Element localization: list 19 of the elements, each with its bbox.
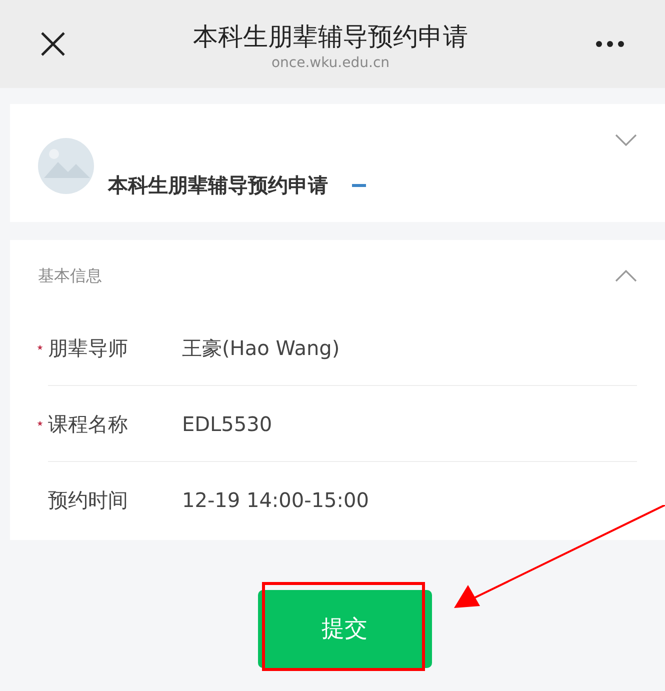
dash-icon xyxy=(352,184,366,187)
avatar-icon xyxy=(38,138,94,194)
submit-button[interactable]: 提交 xyxy=(258,590,432,668)
field-label: 朋辈导师 xyxy=(48,334,128,362)
field-value: EDL5530 xyxy=(182,410,272,438)
page-url: once.wku.edu.cn xyxy=(271,54,390,72)
form-title: 本科生朋辈辅导预约申请 xyxy=(108,172,328,199)
field-label: 预约时间 xyxy=(48,487,128,514)
section-title: 基本信息 xyxy=(38,265,102,287)
field-value: 12-19 14:00-15:00 xyxy=(182,487,369,514)
required-mark-icon xyxy=(37,344,43,350)
field-label: 课程名称 xyxy=(48,410,128,438)
field-value: 王豪(Hao Wang) xyxy=(182,334,340,362)
close-icon[interactable] xyxy=(40,31,66,57)
page-title: 本科生朋辈辅导预约申请 xyxy=(193,21,468,53)
chevron-down-icon[interactable] xyxy=(615,134,637,146)
required-mark-icon xyxy=(37,420,43,426)
chevron-up-icon[interactable] xyxy=(615,270,637,282)
more-icon[interactable] xyxy=(595,40,625,48)
